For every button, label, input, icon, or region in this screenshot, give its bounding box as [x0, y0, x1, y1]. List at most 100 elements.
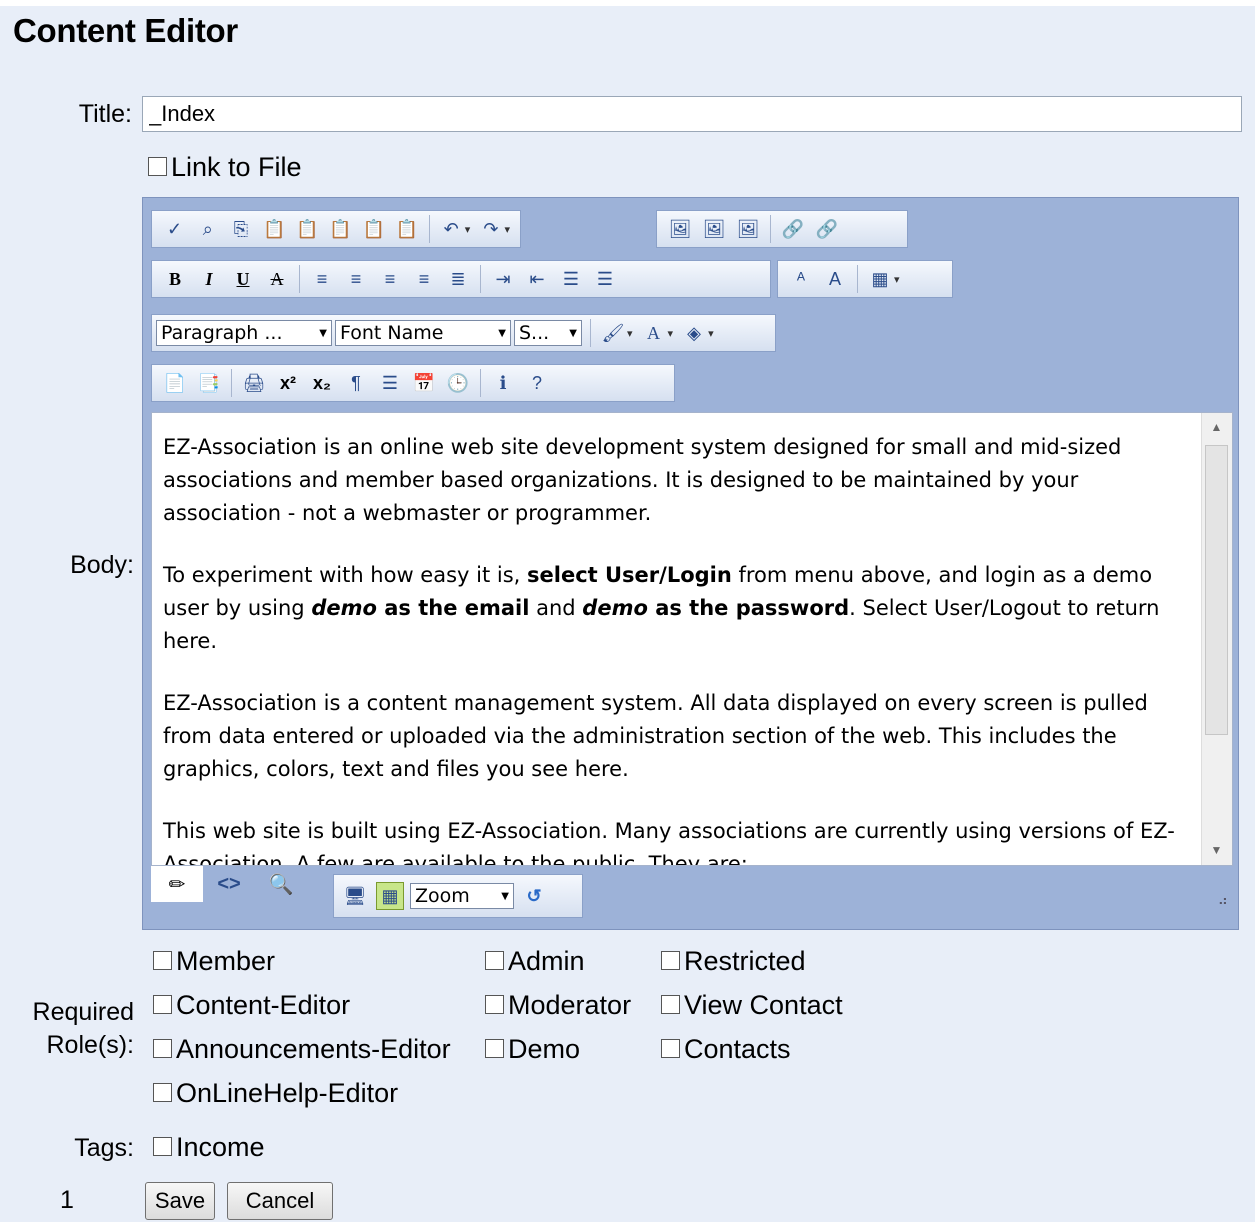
insert-time-icon[interactable]: 🕒 — [445, 370, 471, 396]
table-icon[interactable]: ▦ — [867, 266, 893, 292]
editor-scrollbar[interactable]: ▲ ▼ — [1201, 413, 1232, 865]
role-checkbox-row[interactable]: OnLineHelp-Editor — [153, 1078, 398, 1109]
document-manager-icon[interactable]: 📄 — [162, 370, 188, 396]
cancel-button[interactable]: Cancel — [227, 1182, 333, 1220]
role-checkbox[interactable] — [485, 951, 504, 971]
html-mode-icon[interactable]: <> — [203, 866, 255, 902]
copy-icon[interactable]: ⎘ — [228, 216, 253, 242]
tag-income-checkbox[interactable] — [153, 1137, 172, 1157]
convert-uppercase-icon[interactable]: A — [822, 266, 848, 292]
print-icon[interactable]: 🖨 — [241, 370, 267, 396]
undo-icon[interactable]: ↶ — [439, 216, 464, 242]
required-roles-label-line1: Required — [32, 998, 134, 1026]
indent-icon[interactable]: ⇥ — [490, 266, 516, 292]
role-checkbox-row[interactable]: Restricted — [661, 946, 806, 977]
role-checkbox[interactable] — [661, 995, 680, 1015]
insert-paragraph-icon[interactable]: ¶ — [343, 370, 369, 396]
image-manager-icon[interactable]: 🖼 — [667, 216, 693, 242]
module-manager-icon[interactable]: 🖥 — [342, 883, 368, 909]
redo-icon[interactable]: ↷ — [478, 216, 503, 242]
back-color-icon[interactable]: ◈ — [681, 320, 707, 346]
body-text-segment: This web site is built using EZ-Associat… — [163, 819, 1175, 866]
scroll-down-icon[interactable]: ▼ — [1204, 838, 1229, 863]
refresh-icon[interactable]: ↺ — [521, 883, 547, 909]
strikethrough-icon[interactable]: A — [264, 266, 290, 292]
bulleted-list-icon[interactable]: ☰ — [592, 266, 618, 292]
role-checkbox[interactable] — [485, 1039, 504, 1059]
outdent-icon[interactable]: ⇤ — [524, 266, 550, 292]
toggle-table-borders-icon[interactable]: ▦ — [376, 882, 404, 910]
preview-mode-icon[interactable]: 🔍 — [255, 866, 307, 902]
justify-icon[interactable]: ≡ — [411, 266, 437, 292]
role-checkbox[interactable] — [485, 995, 504, 1015]
role-checkbox-row[interactable]: Member — [153, 946, 275, 977]
italic-icon[interactable]: I — [196, 266, 222, 292]
role-checkbox-row[interactable]: Moderator — [485, 990, 631, 1021]
convert-lowercase-icon[interactable]: ᴬ — [788, 266, 814, 292]
align-center-icon[interactable]: ≡ — [343, 266, 369, 292]
spellcheck-icon[interactable]: ✓ — [162, 216, 187, 242]
about-icon[interactable]: ℹ — [490, 370, 516, 396]
editor-content-area[interactable]: EZ-Association is an online web site dev… — [151, 412, 1233, 866]
link-to-file-label: Link to File — [171, 152, 302, 182]
link-to-file-checkbox[interactable] — [148, 157, 167, 177]
insert-date-icon[interactable]: 📅 — [411, 370, 437, 396]
role-checkbox[interactable] — [153, 951, 172, 971]
role-checkbox-row[interactable]: Admin — [485, 946, 585, 977]
paste-text-icon[interactable]: 📋 — [295, 216, 320, 242]
align-left-icon[interactable]: ≡ — [309, 266, 335, 292]
css-class-dropdown-icon[interactable]: ▾ — [627, 327, 633, 340]
paste-icon[interactable]: 📋 — [262, 216, 287, 242]
scrollbar-thumb[interactable] — [1205, 445, 1228, 735]
save-button[interactable]: Save — [145, 1182, 215, 1220]
justify-none-icon[interactable]: ≣ — [445, 266, 471, 292]
title-input[interactable] — [142, 96, 1242, 132]
paste-word-icon[interactable]: 📋 — [328, 216, 353, 242]
image-editor-icon[interactable]: 🖼 — [735, 216, 761, 242]
role-checkbox[interactable] — [661, 951, 680, 971]
role-checkbox[interactable] — [153, 1083, 172, 1103]
tag-checkbox-row[interactable]: Income — [153, 1132, 265, 1163]
superscript-icon[interactable]: x² — [275, 370, 301, 396]
format-stripper-icon[interactable]: ☰ — [377, 370, 403, 396]
font-name-select[interactable]: Font Name ▼ — [335, 320, 511, 346]
editor-body-text[interactable]: EZ-Association is an online web site dev… — [163, 431, 1183, 866]
rich-text-editor: ✓ ⌕ ⎘ 📋 📋 📋 📋 📋 ↶ ▾ ↷ ▾ 🖼 🖼 🖼 🔗 🔗 B I U A — [142, 197, 1239, 930]
link-to-file-checkbox-row[interactable]: Link to File — [148, 152, 302, 183]
resize-handle-icon[interactable]: ⠴ — [1218, 892, 1228, 909]
bold-icon[interactable]: B — [162, 266, 188, 292]
fore-color-dropdown-icon[interactable]: ▾ — [668, 327, 674, 340]
underline-icon[interactable]: U — [230, 266, 256, 292]
role-checkbox[interactable] — [153, 995, 172, 1015]
help-icon[interactable]: ? — [524, 370, 550, 396]
paragraph-select[interactable]: Paragraph ... ▼ — [156, 320, 332, 346]
unlink-icon[interactable]: 🔗 — [814, 216, 840, 242]
paste-special-icon[interactable]: 📋 — [394, 216, 419, 242]
design-mode-icon[interactable]: ✏ — [151, 866, 203, 902]
table-dropdown-icon[interactable]: ▾ — [894, 273, 900, 286]
role-checkbox-row[interactable]: Content-Editor — [153, 990, 350, 1021]
redo-dropdown-icon[interactable]: ▾ — [505, 223, 511, 236]
scroll-up-icon[interactable]: ▲ — [1204, 415, 1229, 440]
toolbar-separator — [480, 265, 481, 293]
image-map-icon[interactable]: 🖼 — [701, 216, 727, 242]
back-color-dropdown-icon[interactable]: ▾ — [708, 327, 714, 340]
font-size-select[interactable]: S... ▼ — [514, 320, 582, 346]
role-checkbox-row[interactable]: Announcements-Editor — [153, 1034, 451, 1065]
paste-html-icon[interactable]: 📋 — [361, 216, 386, 242]
fore-color-icon[interactable]: A — [641, 320, 667, 346]
hyperlink-icon[interactable]: 🔗 — [780, 216, 806, 242]
zoom-select[interactable]: Zoom ▼ — [410, 883, 514, 909]
find-icon[interactable]: ⌕ — [195, 216, 220, 242]
css-class-icon[interactable]: 🖌 — [600, 320, 626, 346]
align-right-icon[interactable]: ≡ — [377, 266, 403, 292]
role-checkbox-row[interactable]: Demo — [485, 1034, 580, 1065]
numbered-list-icon[interactable]: ☰ — [558, 266, 584, 292]
role-checkbox-row[interactable]: View Contact — [661, 990, 843, 1021]
role-checkbox-row[interactable]: Contacts — [661, 1034, 791, 1065]
role-checkbox[interactable] — [661, 1039, 680, 1059]
role-checkbox[interactable] — [153, 1039, 172, 1059]
undo-dropdown-icon[interactable]: ▾ — [465, 223, 471, 236]
template-manager-icon[interactable]: 📑 — [196, 370, 222, 396]
subscript-icon[interactable]: x₂ — [309, 370, 335, 396]
